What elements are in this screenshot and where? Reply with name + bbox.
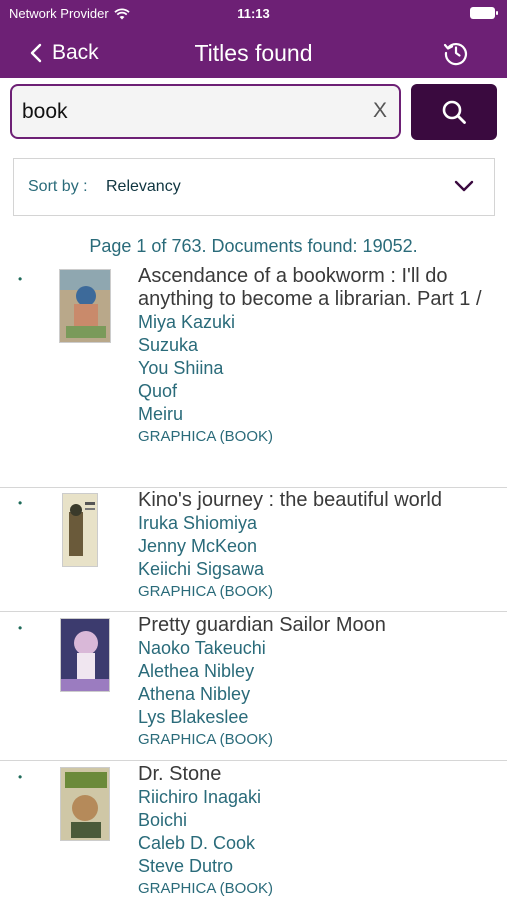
result-author[interactable]: Iruka Shiomiya [138,512,492,535]
list-bullet: • [18,496,23,510]
result-author[interactable]: Suzuka [138,334,492,357]
result-author[interactable]: Boichi [138,809,492,832]
result-author[interactable]: Naoko Takeuchi [138,637,492,660]
divider [0,487,507,488]
result-author[interactable]: Lys Blakeslee [138,706,492,729]
result-format: GRAPHICA (BOOK) [138,428,274,445]
status-bar: Network Provider 11:13 [0,0,507,28]
result-title[interactable]: Pretty guardian Sailor Moon [138,614,492,637]
result-author[interactable]: Meiru [138,403,492,426]
result-title[interactable]: Kino's journey : the beautiful world [138,489,492,512]
result-title[interactable]: Ascendance of a bookworm : I'll do anyth… [138,265,492,311]
sort-label: Sort by : [28,178,88,195]
sort-value: Relevancy [106,178,181,195]
history-button[interactable] [443,40,469,66]
result-author[interactable]: Caleb D. Cook [138,832,492,855]
history-clock-icon [443,43,467,66]
search-row: book X [0,84,507,140]
app-header: Network Provider 11:13 Back Titles found [0,0,507,78]
result-author[interactable]: Miya Kazuki [138,311,492,334]
result-author[interactable]: Steve Dutro [138,855,492,878]
divider [0,611,507,612]
list-bullet: • [18,621,23,635]
search-icon [442,100,466,124]
chevron-down-icon [454,180,474,192]
result-author[interactable]: Keiichi Sigsawa [138,558,492,581]
list-bullet: • [18,272,23,286]
book-cover-image[interactable] [60,618,110,692]
sort-dropdown[interactable]: Sort by : Relevancy [13,158,495,216]
page-info: Page 1 of 763. Documents found: 19052. [89,236,418,256]
search-query: book [22,100,68,123]
result-format: GRAPHICA (BOOK) [138,583,274,600]
battery-icon [470,7,498,19]
result-format: GRAPHICA (BOOK) [138,880,274,897]
result-author[interactable]: Athena Nibley [138,683,492,706]
result-author[interactable]: Jenny McKeon [138,535,492,558]
book-cover-image[interactable] [62,493,98,567]
search-input[interactable]: book X [10,84,401,139]
search-button[interactable] [411,84,497,140]
book-cover-image[interactable] [59,269,111,343]
result-format: GRAPHICA (BOOK) [138,731,274,748]
list-bullet: • [18,770,23,784]
result-author[interactable]: Quof [138,380,492,403]
result-author[interactable]: Alethea Nibley [138,660,492,683]
result-author[interactable]: You Shiina [138,357,492,380]
result-author[interactable]: Riichiro Inagaki [138,786,492,809]
divider [0,760,507,761]
book-cover-image[interactable] [60,767,110,841]
result-title[interactable]: Dr. Stone [138,763,492,786]
clear-search-button[interactable]: X [373,99,387,123]
page-title: Titles found [194,40,313,66]
status-time: 11:13 [237,6,270,21]
